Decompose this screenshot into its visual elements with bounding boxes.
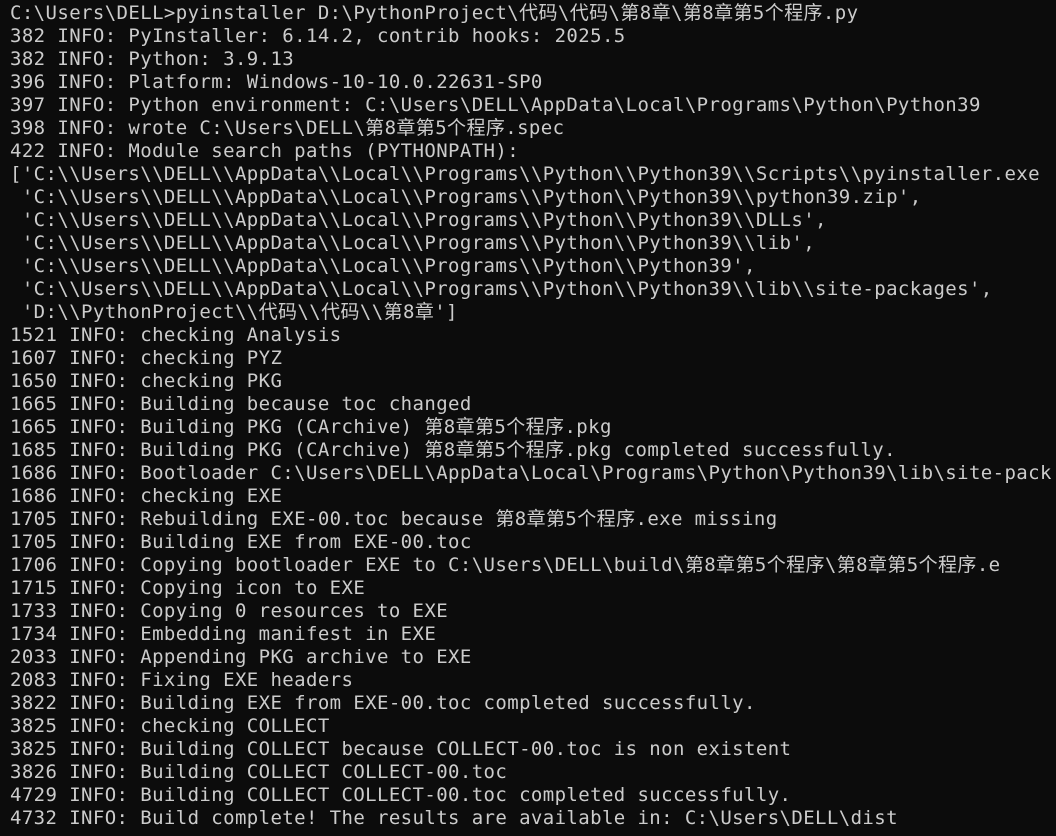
- output-line: 422 INFO: Module search paths (PYTHONPAT…: [10, 140, 520, 162]
- output-line: 1706 INFO: Copying bootloader EXE to C:\…: [10, 554, 1001, 576]
- output-line: 'C:\\Users\\DELL\\AppData\\Local\\Progra…: [10, 255, 756, 277]
- output-line: 1521 INFO: checking Analysis: [10, 324, 342, 346]
- output-line: 1715 INFO: Copying icon to EXE: [10, 577, 366, 599]
- command-line[interactable]: C:\Users\DELL>pyinstaller D:\PythonProje…: [10, 2, 1056, 25]
- output-line: 'D:\\PythonProject\\代码\\代码\\第8章']: [10, 301, 458, 323]
- output-line: 382 INFO: Python: 3.9.13: [10, 48, 295, 70]
- output-line: 397 INFO: Python environment: C:\Users\D…: [10, 94, 981, 116]
- output-line: 2033 INFO: Appending PKG archive to EXE: [10, 646, 472, 668]
- output-line: 1733 INFO: Copying 0 resources to EXE: [10, 600, 449, 622]
- output-line: 1665 INFO: Building PKG (CArchive) 第8章第5…: [10, 416, 612, 438]
- output-line: 398 INFO: wrote C:\Users\DELL\第8章第5个程序.s…: [10, 117, 565, 139]
- output-line: 4732 INFO: Build complete! The results a…: [10, 807, 898, 829]
- output-line: 1665 INFO: Building because toc changed: [10, 393, 472, 415]
- output-line: 3825 INFO: Building COLLECT because COLL…: [10, 738, 792, 760]
- output-line: 1734 INFO: Embedding manifest in EXE: [10, 623, 437, 645]
- output-line: 382 INFO: PyInstaller: 6.14.2, contrib h…: [10, 25, 626, 47]
- output-line: 1686 INFO: Bootloader C:\Users\DELL\AppD…: [10, 462, 1052, 484]
- terminal-window[interactable]: C:\Users\DELL>pyinstaller D:\PythonProje…: [0, 0, 1056, 836]
- output-line: 1705 INFO: Rebuilding EXE-00.toc because…: [10, 508, 778, 530]
- output-line: 'C:\\Users\\DELL\\AppData\\Local\\Progra…: [10, 186, 922, 208]
- output-line: 'C:\\Users\\DELL\\AppData\\Local\\Progra…: [10, 232, 816, 254]
- output-line: 2083 INFO: Fixing EXE headers: [10, 669, 354, 691]
- output-line: 1686 INFO: checking EXE: [10, 485, 283, 507]
- output-line: 1685 INFO: Building PKG (CArchive) 第8章第5…: [10, 439, 896, 461]
- output-line: 1705 INFO: Building EXE from EXE-00.toc: [10, 531, 472, 553]
- output-line: 3825 INFO: checking COLLECT: [10, 715, 330, 737]
- output-line: 1650 INFO: checking PKG: [10, 370, 283, 392]
- output-line: ['C:\\Users\\DELL\\AppData\\Local\\Progr…: [10, 163, 1040, 185]
- output-line: 4729 INFO: Building COLLECT COLLECT-00.t…: [10, 784, 792, 806]
- output-line: 3826 INFO: Building COLLECT COLLECT-00.t…: [10, 761, 508, 783]
- output-line: 'C:\\Users\\DELL\\AppData\\Local\\Progra…: [10, 209, 827, 231]
- output-line: 1607 INFO: checking PYZ: [10, 347, 283, 369]
- output-line: 396 INFO: Platform: Windows-10-10.0.2263…: [10, 71, 543, 93]
- output-line: 'C:\\Users\\DELL\\AppData\\Local\\Progra…: [10, 278, 993, 300]
- output-line: 3822 INFO: Building EXE from EXE-00.toc …: [10, 692, 756, 714]
